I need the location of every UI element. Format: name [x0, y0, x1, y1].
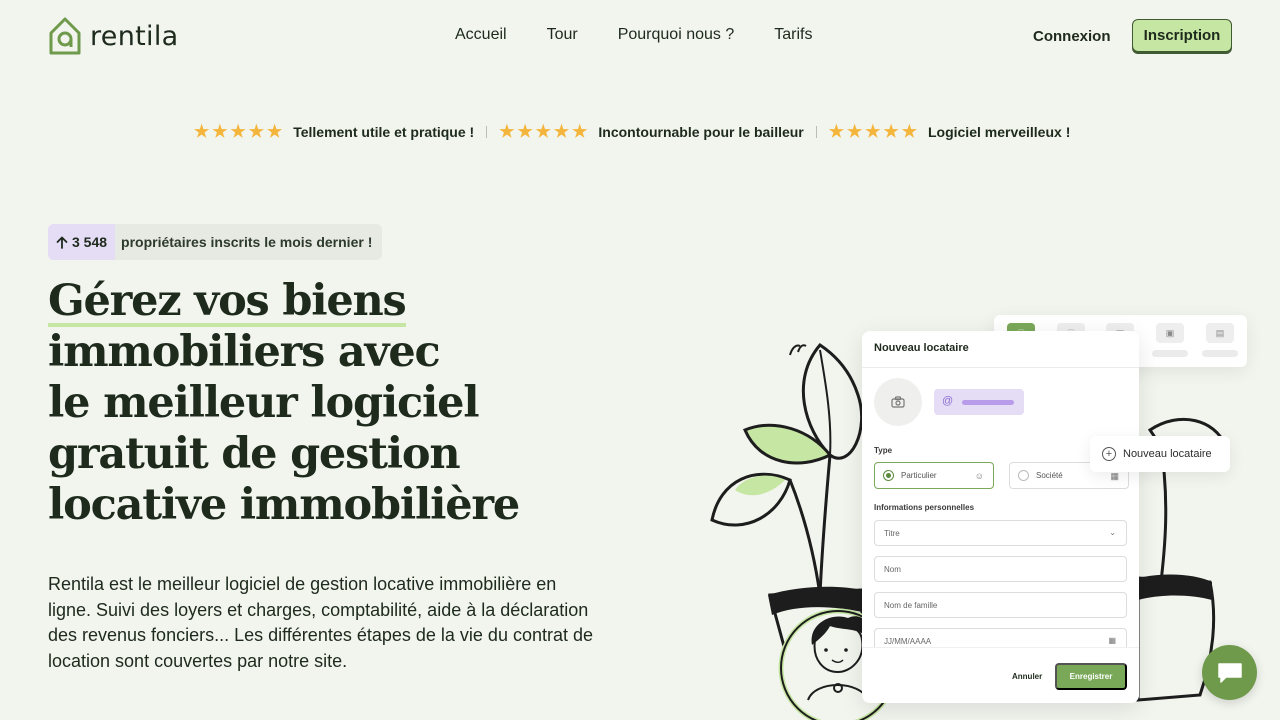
nav-item-tarifs[interactable]: Tarifs [774, 26, 812, 44]
at-sign-icon: @ [942, 395, 954, 407]
type-option-label: Société [1036, 471, 1063, 480]
chat-bubble-icon [1217, 662, 1242, 683]
nav-item-pourquoi-nous[interactable]: Pourquoi nous ? [618, 26, 735, 44]
hero-title: Gérez vos biens immobiliers avec le meil… [48, 276, 520, 531]
hero-title-line: locative immobilière [48, 480, 520, 530]
five-stars-icon: ★★★★★ [194, 122, 286, 141]
briefcase-tab-icon[interactable]: ▤ [1206, 323, 1234, 343]
review-text: Tellement utile et pratique ! [293, 124, 475, 140]
badge-text: propriétaires inscrits le mois dernier ! [121, 234, 373, 250]
review-item: ★★★★★ Logiciel merveilleux ! [829, 122, 1071, 142]
house-logo-icon [49, 17, 81, 55]
review-item: ★★★★★ Incontournable pour le bailleur [499, 122, 804, 142]
first-name-placeholder: Nom [884, 564, 901, 574]
type-option-label: Particulier [901, 471, 937, 480]
tab-label-placeholder [1152, 350, 1188, 357]
avatar-upload[interactable] [874, 378, 922, 426]
camera-icon [891, 396, 905, 408]
save-button[interactable]: Enregistrer [1055, 663, 1127, 690]
login-link[interactable]: Connexion [1033, 28, 1111, 45]
review-text: Logiciel merveilleux ! [927, 124, 1071, 140]
birth-date-placeholder: JJ/MM/AAAA [884, 636, 932, 646]
hero-description: Rentila est le meilleur logiciel de gest… [48, 574, 594, 671]
hero-title-line: immobiliers avec [48, 327, 441, 377]
hero-title-line: le meilleur logiciel [48, 378, 480, 428]
hero-title-line-highlight: Gérez vos biens [48, 276, 407, 327]
divider [486, 126, 488, 138]
type-option-particulier[interactable]: Particulier ☺ [874, 462, 994, 489]
building-icon: ▦ [1110, 471, 1119, 481]
person-icon: ☺ [974, 471, 984, 481]
logo[interactable]: rentila [48, 16, 178, 56]
new-tenant-form-card: Nouveau locataire @ Type Particulier ☺ S… [862, 331, 1139, 703]
type-label: Type [874, 446, 893, 455]
calendar-icon: ▦ [1108, 636, 1116, 645]
five-stars-icon: ★★★★★ [828, 122, 920, 141]
divider [862, 367, 1139, 368]
hero-title-line: gratuit de gestion [48, 429, 461, 479]
five-stars-icon: ★★★★★ [499, 122, 591, 141]
main-nav: Accueil Tour Pourquoi nous ? Tarifs [455, 26, 812, 44]
signup-button[interactable]: Inscription [1132, 19, 1232, 52]
cancel-button[interactable]: Annuler [1012, 672, 1042, 681]
plus-circle-icon: + [1102, 447, 1116, 461]
email-chip[interactable]: @ [934, 389, 1024, 415]
radio-button [1018, 470, 1029, 481]
last-name-input[interactable]: Nom de famille [874, 592, 1127, 618]
section-label: Informations personnelles [874, 503, 975, 512]
new-tenant-label: Nouveau locataire [1123, 448, 1212, 460]
nav-item-accueil[interactable]: Accueil [455, 26, 507, 44]
chevron-down-icon: ⌄ [1109, 528, 1116, 537]
form-title: Nouveau locataire [874, 342, 969, 354]
reviews-strip: ★★★★★ Tellement utile et pratique ! ★★★★… [194, 122, 1070, 142]
contact-card-tab-icon[interactable]: ▣ [1156, 323, 1184, 343]
title-select-value: Titre [884, 528, 900, 538]
chat-button[interactable] [1202, 645, 1257, 700]
badge-count-value: 3 548 [72, 234, 108, 250]
last-name-placeholder: Nom de famille [884, 600, 938, 610]
review-item: ★★★★★ Tellement utile et pratique ! [194, 122, 474, 142]
tab-label-placeholder [1202, 350, 1238, 357]
review-text: Incontournable pour le bailleur [598, 124, 804, 140]
divider [815, 126, 817, 138]
form-footer: Annuler Enregistrer [862, 647, 1139, 703]
nav-item-tour[interactable]: Tour [547, 26, 578, 44]
email-placeholder-bar [962, 400, 1014, 405]
new-tenant-chip[interactable]: + Nouveau locataire [1090, 436, 1230, 472]
first-name-input[interactable]: Nom [874, 556, 1127, 582]
signup-stats-badge: 3 548 propriétaires inscrits le mois der… [48, 224, 383, 260]
badge-count: 3 548 [48, 224, 116, 260]
logo-text: rentila [90, 20, 179, 52]
site-header: rentila Accueil Tour Pourquoi nous ? Tar… [0, 0, 1280, 72]
arrow-up-icon [56, 236, 68, 249]
radio-button [883, 470, 894, 481]
title-select[interactable]: Titre ⌄ [874, 520, 1127, 546]
